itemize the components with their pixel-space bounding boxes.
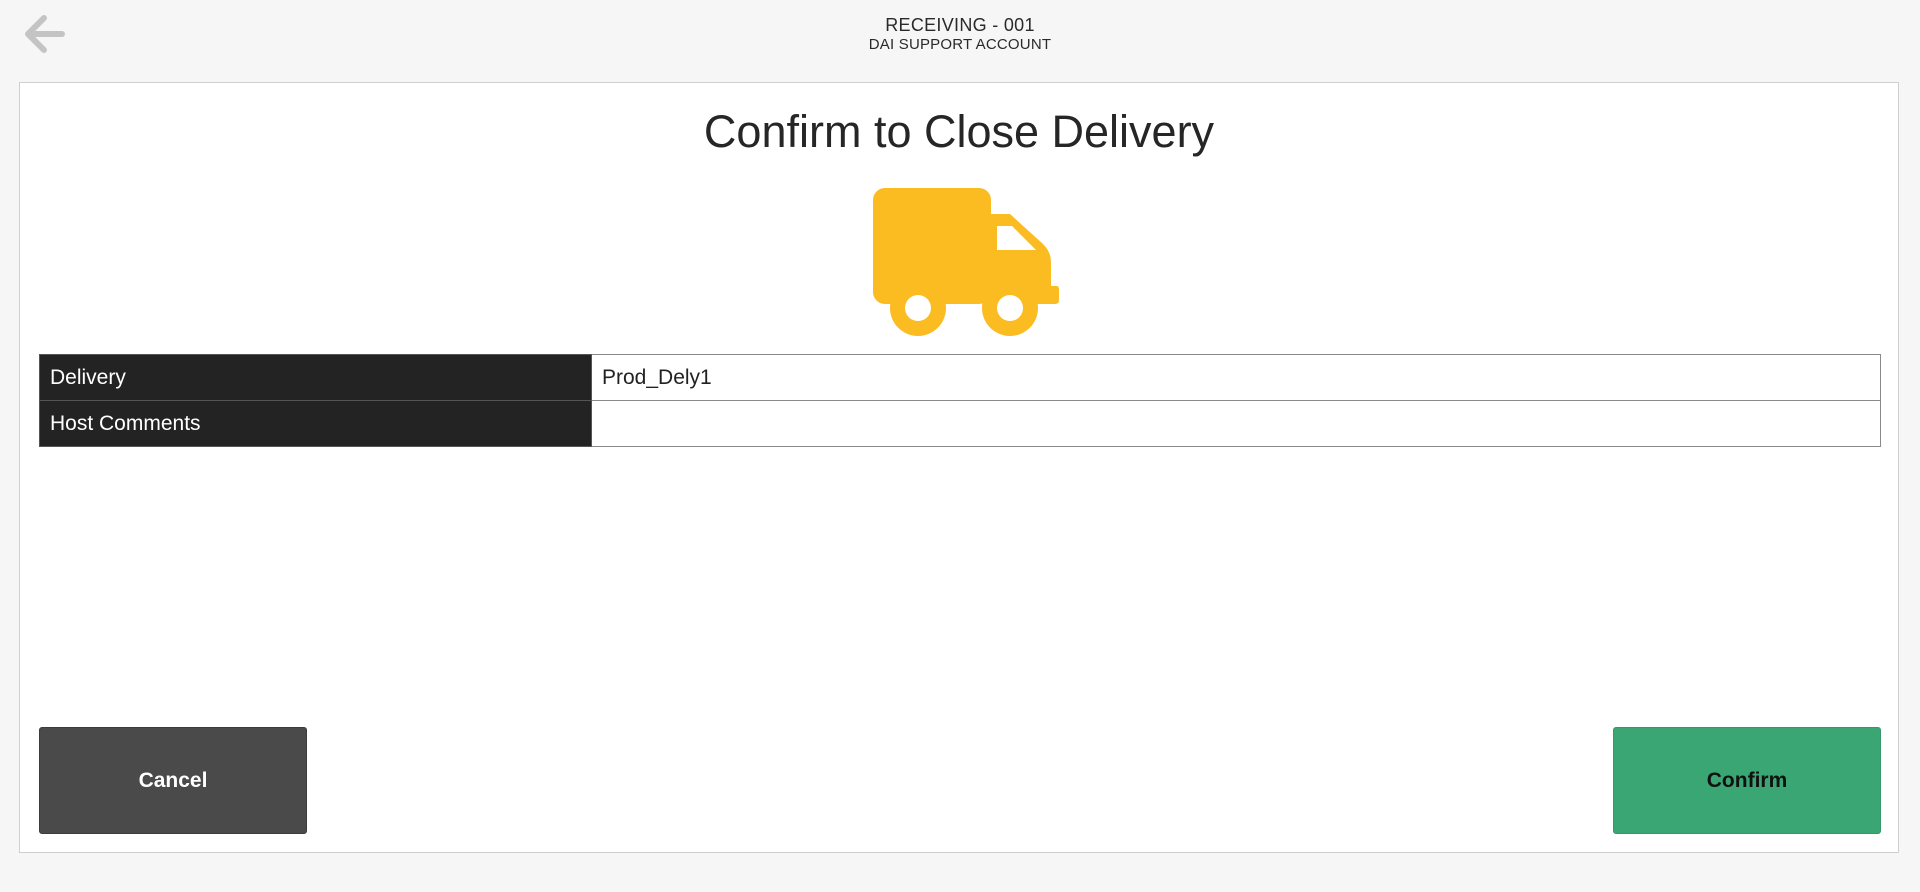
confirm-dialog-panel: Confirm to Close Delivery Delivery Prod_… [19, 82, 1899, 853]
dialog-title: Confirm to Close Delivery [703, 106, 1215, 157]
cancel-button[interactable]: Cancel [39, 727, 307, 834]
table-row: Host Comments [39, 400, 1881, 447]
truck-icon [873, 188, 1059, 336]
confirm-button[interactable]: Confirm [1613, 727, 1881, 834]
page-title: RECEIVING - 001 [885, 15, 1035, 35]
top-bar: RECEIVING - 001 DAI SUPPORT ACCOUNT [0, 0, 1920, 82]
host-comments-label: Host Comments [39, 400, 592, 447]
host-comments-value [591, 400, 1881, 447]
account-name: DAI SUPPORT ACCOUNT [868, 36, 1052, 53]
table-row: Delivery Prod_Dely1 [39, 354, 1881, 401]
delivery-label: Delivery [39, 354, 592, 401]
delivery-info-table: Delivery Prod_Dely1 Host Comments [39, 354, 1881, 447]
delivery-value: Prod_Dely1 [591, 354, 1881, 401]
header-text: RECEIVING - 001 DAI SUPPORT ACCOUNT [0, 14, 1920, 54]
